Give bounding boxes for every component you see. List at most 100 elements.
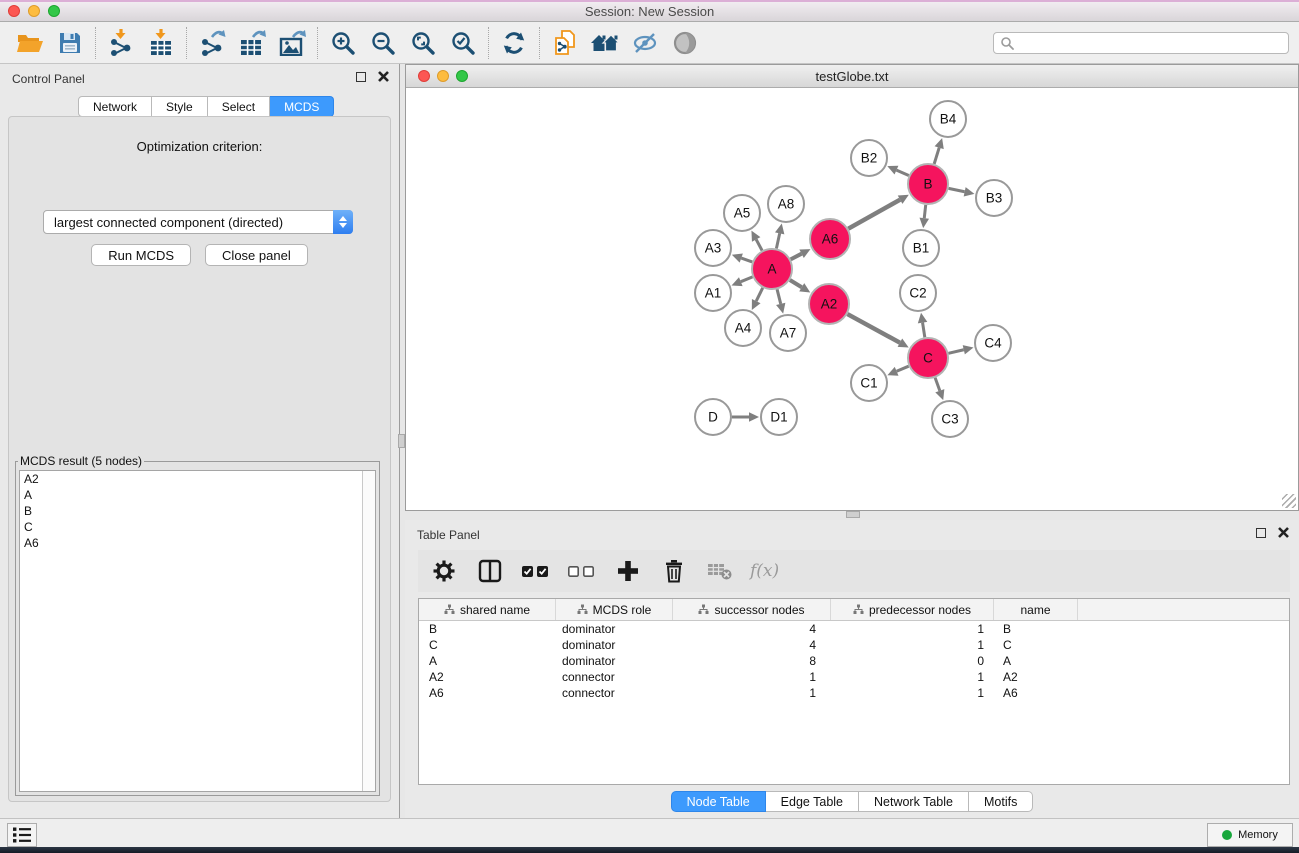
- result-item[interactable]: C: [20, 519, 375, 535]
- clone-network-view-button[interactable]: [545, 25, 585, 61]
- tab-motifs[interactable]: Motifs: [969, 791, 1033, 812]
- graph-node-label: C: [923, 351, 933, 366]
- graph-edge[interactable]: [777, 289, 781, 304]
- float-panel-icon[interactable]: [1256, 528, 1266, 538]
- task-history-button[interactable]: [7, 823, 37, 847]
- table-row[interactable]: A2connector11A2: [419, 669, 1289, 685]
- tree-sort-icon: [698, 604, 709, 615]
- table-row[interactable]: A6connector11A6: [419, 685, 1289, 701]
- column-header-mcds-role[interactable]: MCDS role: [556, 599, 673, 620]
- graph-edge[interactable]: [923, 323, 925, 338]
- checked-boxes-icon: [522, 565, 550, 578]
- tree-sort-icon: [577, 604, 588, 615]
- graph-edge[interactable]: [741, 258, 752, 262]
- close-panel-icon[interactable]: [1278, 527, 1289, 538]
- zoom-selected-button[interactable]: [443, 25, 483, 61]
- memory-button[interactable]: Memory: [1207, 823, 1293, 847]
- table-cell: A6: [994, 686, 1078, 700]
- graph-edge[interactable]: [790, 280, 802, 287]
- graph-edge[interactable]: [949, 188, 965, 191]
- table-cell: 0: [831, 654, 994, 668]
- horizontal-scroll-thumb[interactable]: [846, 511, 860, 518]
- main-toolbar: [0, 22, 1299, 64]
- network-view-window: testGlobe.txt B4B2BB3A5A8A6B1A3AC2A1A2A4…: [405, 64, 1299, 511]
- result-item[interactable]: A: [20, 487, 375, 503]
- tab-network-table[interactable]: Network Table: [859, 791, 969, 812]
- close-panel-button[interactable]: Close panel: [205, 244, 308, 266]
- tab-network[interactable]: Network: [78, 96, 152, 117]
- vertical-scroll-thumb[interactable]: [398, 434, 405, 448]
- float-panel-icon[interactable]: [356, 72, 366, 82]
- table-row[interactable]: Cdominator41C: [419, 637, 1289, 653]
- table-row[interactable]: Bdominator41B: [419, 621, 1289, 637]
- graph-edge[interactable]: [897, 366, 909, 371]
- tab-style[interactable]: Style: [152, 96, 208, 117]
- close-panel-icon[interactable]: [378, 71, 389, 82]
- column-header-name[interactable]: name: [994, 599, 1078, 620]
- import-table-button[interactable]: [141, 25, 181, 61]
- add-column-button[interactable]: [612, 555, 644, 587]
- graph-edge-arrowhead: [776, 303, 785, 314]
- export-image-button[interactable]: [272, 25, 312, 61]
- graph-node-label: A4: [735, 321, 752, 336]
- show-graphics-details-button[interactable]: [665, 25, 705, 61]
- table-cell: connector: [556, 670, 673, 684]
- graph-edge[interactable]: [847, 314, 899, 343]
- graph-edge-arrowhead: [963, 345, 974, 354]
- table-settings-button[interactable]: [428, 555, 460, 587]
- refresh-button[interactable]: [494, 25, 534, 61]
- optimization-criterion-select[interactable]: largest connected component (directed): [43, 210, 353, 234]
- graph-node-label: C4: [984, 336, 1002, 351]
- hide-graphics-details-button[interactable]: [625, 25, 665, 61]
- graph-edge[interactable]: [756, 288, 763, 301]
- tab-edge-table[interactable]: Edge Table: [766, 791, 859, 812]
- open-session-button[interactable]: [10, 25, 50, 61]
- result-item[interactable]: A6: [20, 535, 375, 551]
- result-item[interactable]: A2: [20, 471, 375, 487]
- tab-node-table[interactable]: Node Table: [671, 791, 766, 812]
- column-header-shared-name[interactable]: shared name: [419, 599, 556, 620]
- import-network-button[interactable]: [101, 25, 141, 61]
- result-item[interactable]: B: [20, 503, 375, 519]
- graph-edge[interactable]: [924, 205, 925, 218]
- run-mcds-button[interactable]: Run MCDS: [91, 244, 191, 266]
- graph-node-label: C1: [860, 376, 877, 391]
- graph-edge[interactable]: [776, 233, 779, 248]
- network-canvas[interactable]: B4B2BB3A5A8A6B1A3AC2A1A2A4A7C4CC1DD1C3: [406, 88, 1298, 510]
- open-folder-icon: [16, 31, 44, 55]
- resize-grip[interactable]: [1282, 494, 1296, 508]
- network-window-titlebar[interactable]: testGlobe.txt: [406, 65, 1298, 88]
- graph-edge[interactable]: [791, 254, 802, 260]
- graph-node-label: A5: [734, 206, 751, 221]
- graph-edge[interactable]: [756, 239, 762, 250]
- column-view-button[interactable]: [474, 555, 506, 587]
- graph-edge[interactable]: [896, 170, 908, 175]
- zoom-fit-button[interactable]: [403, 25, 443, 61]
- toolbar-separator: [488, 27, 489, 59]
- eye-sphere-icon: [672, 30, 698, 56]
- select-all-button[interactable]: [520, 555, 552, 587]
- search-input[interactable]: [1019, 36, 1282, 50]
- column-header-predecessor-nodes[interactable]: predecessor nodes: [831, 599, 994, 620]
- export-network-button[interactable]: [192, 25, 232, 61]
- graph-edge[interactable]: [848, 200, 900, 229]
- zoom-out-icon: [370, 30, 396, 56]
- save-session-button[interactable]: [50, 25, 90, 61]
- tab-mcds[interactable]: MCDS: [270, 96, 334, 117]
- result-scrollbar[interactable]: [362, 471, 375, 791]
- reset-views-button[interactable]: [585, 25, 625, 61]
- tab-select[interactable]: Select: [208, 96, 270, 117]
- delete-column-button[interactable]: [658, 555, 690, 587]
- export-table-button[interactable]: [232, 25, 272, 61]
- table-cell: A: [419, 654, 556, 668]
- graph-edge[interactable]: [935, 378, 940, 391]
- graph-edge[interactable]: [741, 277, 753, 282]
- table-row[interactable]: Adominator80A: [419, 653, 1289, 669]
- zoom-in-button[interactable]: [323, 25, 363, 61]
- column-header-successor-nodes[interactable]: successor nodes: [673, 599, 831, 620]
- graph-node-label: B3: [986, 191, 1003, 206]
- graph-edge[interactable]: [948, 350, 963, 354]
- graph-edge[interactable]: [934, 148, 939, 164]
- deselect-all-button[interactable]: [566, 555, 598, 587]
- zoom-out-button[interactable]: [363, 25, 403, 61]
